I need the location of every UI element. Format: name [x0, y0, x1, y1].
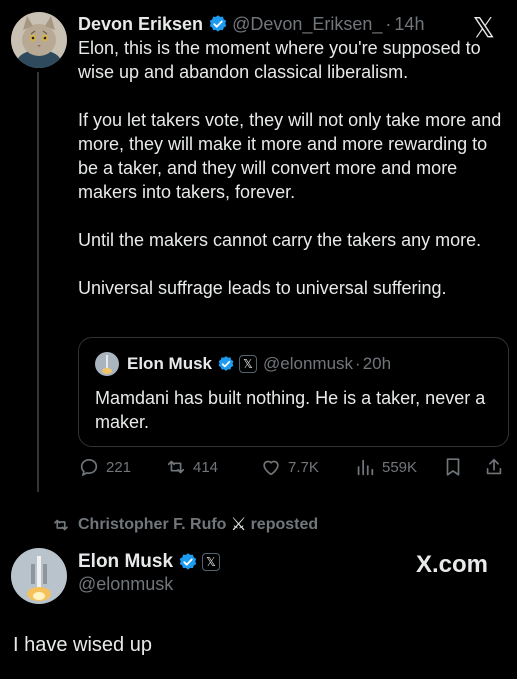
- quoted-timestamp[interactable]: 20h: [363, 354, 391, 374]
- thread-connector-line: [37, 72, 39, 492]
- verified-badge-icon: [218, 356, 234, 371]
- quoted-tweet-header: Elon Musk 𝕏 @elonmusk · 20h: [95, 352, 391, 376]
- tweet-header: Devon Eriksen @Devon_Eriksen_ · 14h: [78, 12, 424, 36]
- author-avatar[interactable]: [11, 12, 67, 68]
- like-count: 7.7K: [288, 458, 319, 476]
- bookmark-button[interactable]: [442, 456, 470, 478]
- repost-icon: [167, 460, 185, 474]
- tweet-paragraph: Universal suffrage leads to universal su…: [78, 278, 447, 298]
- rocket-avatar-icon: [95, 352, 119, 376]
- quoted-tweet-text: Mamdani has built nothing. He is a taker…: [95, 388, 486, 432]
- repost-attribution[interactable]: Christopher F. Rufo ⚔ reposted: [52, 514, 318, 535]
- repost-count: 414: [193, 458, 219, 476]
- bookmark-icon: [446, 458, 460, 476]
- reply-count: 221: [106, 458, 132, 476]
- views-icon: [357, 459, 374, 476]
- like-button[interactable]: 7.7K: [260, 456, 319, 478]
- reply-author-avatar[interactable]: [11, 548, 67, 604]
- quoted-author-handle[interactable]: @elonmusk: [263, 354, 353, 374]
- share-icon: [486, 458, 502, 475]
- crossed-swords-icon: ⚔: [230, 514, 247, 535]
- tweet-paragraph: Until the makers cannot carry the takers…: [78, 230, 482, 250]
- separator-dot: ·: [355, 354, 361, 373]
- quoted-author-avatar[interactable]: [95, 352, 119, 376]
- reposter-name[interactable]: Christopher F. Rufo: [78, 516, 226, 534]
- reply-icon: [80, 459, 98, 477]
- rocket-avatar-icon: [11, 548, 67, 604]
- reply-header: Elon Musk 𝕏: [78, 551, 226, 573]
- quoted-author-name[interactable]: Elon Musk: [127, 354, 212, 374]
- repost-icon: [54, 519, 68, 530]
- like-icon: [263, 460, 279, 476]
- reposted-label: reposted: [250, 515, 319, 533]
- repost-button[interactable]: 414: [165, 456, 218, 478]
- views-button[interactable]: 559K: [354, 456, 417, 478]
- tweet-paragraph: If you let takers vote, they will not on…: [78, 110, 502, 202]
- x-affiliate-badge-icon: 𝕏: [202, 553, 221, 571]
- verified-badge-icon: [209, 15, 227, 32]
- reply-button[interactable]: 221: [78, 456, 131, 478]
- separator-dot: ·: [385, 14, 392, 34]
- reply-author-handle[interactable]: @elonmusk: [78, 574, 173, 595]
- cat-avatar-icon: [11, 12, 67, 68]
- timestamp[interactable]: 14h: [394, 12, 424, 36]
- quoted-tweet[interactable]: Elon Musk 𝕏 @elonmusk · 20h Mamdani has …: [78, 337, 509, 447]
- author-handle[interactable]: @Devon_Eriksen_: [232, 12, 382, 36]
- x-affiliate-badge-icon: 𝕏: [239, 355, 258, 373]
- share-button[interactable]: [483, 456, 511, 478]
- action-bar: 221 414 7.7K 559K: [78, 456, 509, 480]
- reply-text: I have wised up: [13, 634, 152, 656]
- verified-badge-icon: [179, 553, 197, 570]
- tweet-paragraph: Elon, this is the moment where you're su…: [78, 38, 481, 82]
- author-name[interactable]: Devon Eriksen: [78, 12, 203, 36]
- reply-author-name[interactable]: Elon Musk: [78, 551, 173, 573]
- tweet-body: Elon, this is the moment where you're su…: [78, 36, 503, 324]
- views-count: 559K: [382, 458, 418, 476]
- x-com-brand: X.com: [416, 551, 489, 578]
